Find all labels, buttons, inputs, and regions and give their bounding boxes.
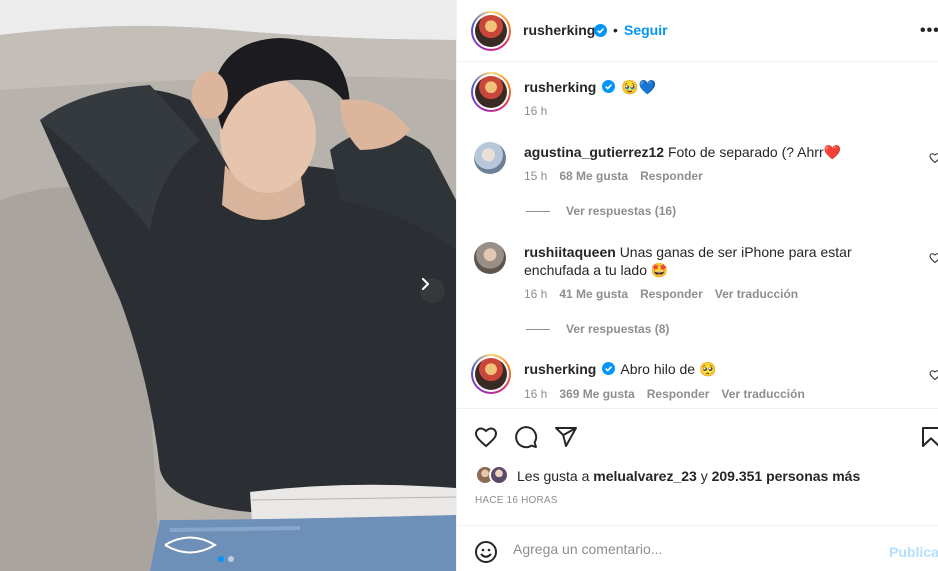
likes-count[interactable]: 209.351 personas más	[712, 468, 861, 484]
caption: rusherking 🥹💙	[524, 78, 656, 96]
post-photo[interactable]	[0, 0, 456, 571]
comment-time[interactable]: 16 h	[524, 387, 547, 401]
comment-avatar[interactable]	[474, 142, 506, 174]
comment-avatar[interactable]	[474, 242, 506, 274]
caption-avatar[interactable]	[471, 72, 511, 112]
verified-icon	[594, 24, 607, 37]
liker-avatar[interactable]	[489, 465, 509, 485]
comment-text: rusherking Abro hilo de 🥺	[524, 360, 904, 378]
view-replies-button[interactable]: Ver respuestas (16)	[526, 204, 676, 218]
reply-button[interactable]: Responder	[640, 287, 703, 301]
heart-icon[interactable]	[474, 425, 498, 449]
comment-body: Foto de separado (? Ahrr❤️	[667, 144, 842, 160]
header-separator: •	[613, 22, 618, 38]
comment-composer: Publicar	[457, 525, 938, 571]
likes-summary: Les gusta a melualvarez_23 y 209.351 per…	[517, 468, 860, 484]
comment-text: agustina_gutierrez12 Foto de separado (?…	[524, 143, 904, 161]
comment-username[interactable]: rushiitaqueen	[524, 244, 616, 260]
comment-like-icon[interactable]	[929, 252, 938, 264]
comment-likes[interactable]: 68 Me gusta	[559, 169, 628, 183]
reply-button[interactable]: Responder	[640, 169, 703, 183]
likes-prefix: Les gusta a	[517, 468, 590, 484]
comment-input[interactable]	[513, 538, 873, 560]
author-avatar[interactable]	[471, 11, 511, 51]
comment-like-icon[interactable]	[929, 152, 938, 164]
comments-list[interactable]: rusherking 🥹💙 16 h agustina_gutierrez12 …	[457, 62, 938, 408]
comment-time[interactable]: 15 h	[524, 169, 547, 183]
verified-icon	[602, 362, 616, 375]
comment-text: rushiitaqueen Unas ganas de ser iPhone p…	[524, 243, 914, 279]
reply-button[interactable]: Responder	[647, 387, 710, 401]
view-replies-button[interactable]: Ver respuestas (8)	[526, 322, 669, 336]
carousel-dot-active	[218, 556, 224, 562]
comment-username[interactable]: agustina_gutierrez12	[524, 144, 664, 160]
next-photo-button[interactable]	[420, 278, 445, 303]
view-replies-label: Ver respuestas (16)	[566, 204, 677, 218]
more-options-button[interactable]: •••	[920, 22, 938, 40]
translate-button[interactable]: Ver traducción	[721, 387, 804, 401]
comment-meta: 16 h 369 Me gusta Responder Ver traducción	[524, 387, 805, 401]
author-username[interactable]: rusherking	[523, 22, 595, 38]
caption-meta: 16 h	[524, 104, 547, 118]
comment-username[interactable]: rusherking	[524, 361, 596, 377]
carousel-dot	[228, 556, 234, 562]
comment-avatar[interactable]	[471, 354, 511, 394]
liker-username[interactable]: melualvarez_23	[593, 468, 697, 484]
caption-username[interactable]: rusherking	[524, 79, 596, 95]
bookmark-icon[interactable]	[919, 425, 938, 449]
post-header: rusherking • Seguir •••	[457, 0, 938, 62]
comment-meta: 15 h 68 Me gusta Responder	[524, 169, 703, 183]
comment-likes[interactable]: 369 Me gusta	[559, 387, 634, 401]
view-replies-label: Ver respuestas (8)	[566, 322, 670, 336]
likes-conjunction: y	[700, 468, 708, 484]
post-time[interactable]: HACE 16 HORAS	[475, 495, 558, 506]
carousel-indicator	[218, 556, 234, 562]
post-side-panel: rusherking • Seguir ••• rusherking 🥹💙 16…	[456, 0, 938, 571]
translate-button[interactable]: Ver traducción	[715, 287, 798, 301]
caption-time[interactable]: 16 h	[524, 104, 547, 118]
comment-like-icon[interactable]	[929, 369, 938, 381]
verified-icon	[602, 80, 616, 93]
photo-illustration	[0, 0, 456, 571]
follow-button[interactable]: Seguir	[624, 22, 668, 38]
comment-body: Abro hilo de 🥺	[620, 361, 717, 377]
action-bar	[457, 408, 938, 525]
share-icon[interactable]	[554, 425, 578, 449]
publish-button[interactable]: Publicar	[889, 544, 938, 560]
emoji-icon[interactable]	[474, 540, 498, 564]
comment-time[interactable]: 16 h	[524, 287, 547, 301]
comment-meta: 16 h 41 Me gusta Responder Ver traducción	[524, 287, 798, 301]
chevron-right-icon	[422, 278, 429, 290]
comment-icon[interactable]	[514, 425, 538, 449]
caption-text: 🥹💙	[621, 79, 657, 95]
comment-likes[interactable]: 41 Me gusta	[559, 287, 628, 301]
